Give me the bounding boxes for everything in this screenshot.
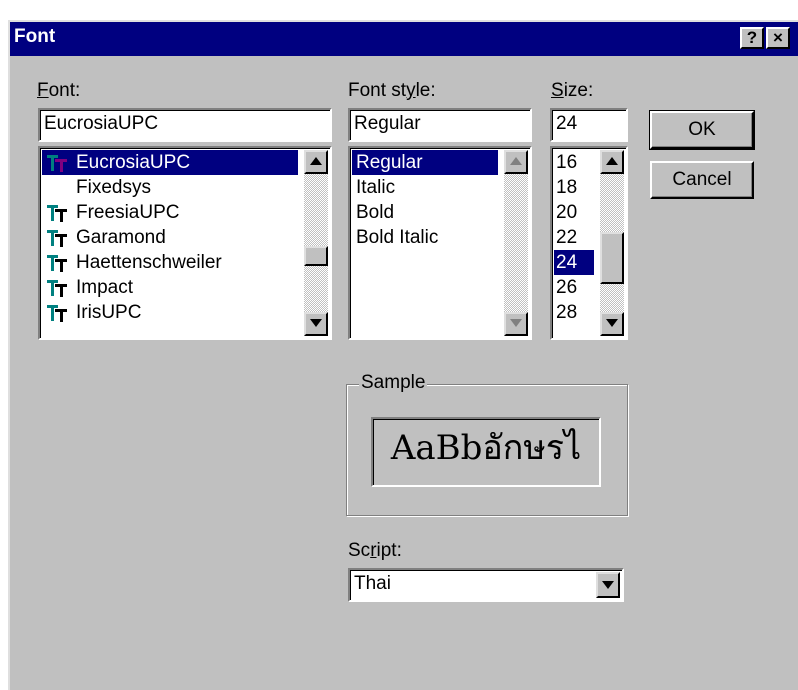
- list-item[interactable]: IrisUPC: [42, 300, 298, 325]
- size-list-scrollbar[interactable]: [600, 150, 624, 336]
- arrow-up-icon: [510, 157, 522, 165]
- truetype-icon: [47, 255, 67, 272]
- list-item[interactable]: Bold Italic: [352, 225, 498, 250]
- list-item[interactable]: Regular: [352, 150, 498, 175]
- size-label: Size:: [551, 80, 594, 101]
- list-item[interactable]: 16: [554, 150, 594, 175]
- sample-group: Sample AaBbอักษรไ: [346, 372, 628, 516]
- font-label: Font:: [37, 80, 81, 101]
- truetype-icon: [47, 230, 67, 247]
- list-item[interactable]: FreesiaUPC: [42, 200, 298, 225]
- list-item[interactable]: Bold: [352, 200, 498, 225]
- font-style-scrollbar[interactable]: [504, 150, 528, 336]
- arrow-up-icon: [310, 157, 322, 165]
- size-input[interactable]: 24: [550, 108, 628, 142]
- scroll-up-button[interactable]: [504, 150, 528, 174]
- font-dialog: Font ? × Font: EucrosiaUPC EucrosiaUPC F…: [8, 20, 798, 690]
- font-name-input[interactable]: EucrosiaUPC: [38, 108, 332, 142]
- font-style-label: Font style:: [348, 80, 436, 101]
- list-item[interactable]: Fixedsys: [42, 175, 298, 200]
- scroll-up-button[interactable]: [304, 150, 328, 174]
- font-list-scrollbar[interactable]: [304, 150, 328, 336]
- list-item[interactable]: 22: [554, 225, 594, 250]
- list-item[interactable]: Garamond: [42, 225, 298, 250]
- font-style-list[interactable]: Regular Italic Bold Bold Italic: [348, 146, 532, 340]
- chevron-down-icon: [602, 581, 614, 589]
- sample-preview: AaBbอักษรไ: [371, 417, 601, 487]
- scroll-up-button[interactable]: [600, 150, 624, 174]
- list-item[interactable]: Italic: [352, 175, 498, 200]
- window-title: Font: [14, 26, 56, 47]
- script-label: Script:: [348, 540, 402, 561]
- arrow-down-icon: [606, 319, 618, 327]
- ok-button[interactable]: OK: [649, 110, 755, 150]
- scroll-down-button[interactable]: [304, 312, 328, 336]
- list-item[interactable]: 20: [554, 200, 594, 225]
- script-select[interactable]: Thai: [348, 568, 624, 602]
- list-item[interactable]: 18: [554, 175, 594, 200]
- font-list[interactable]: EucrosiaUPC Fixedsys FreesiaUPC Garamond: [38, 146, 332, 340]
- scroll-down-button[interactable]: [504, 312, 528, 336]
- font-style-value: Regular: [354, 113, 421, 134]
- size-value: 24: [556, 113, 578, 134]
- size-list[interactable]: 16 18 20 22 24 26 28: [550, 146, 628, 340]
- arrow-down-icon: [510, 319, 522, 327]
- arrow-up-icon: [606, 157, 618, 165]
- title-bar[interactable]: Font ? ×: [10, 22, 798, 56]
- scroll-down-button[interactable]: [600, 312, 624, 336]
- list-item[interactable]: EucrosiaUPC: [42, 150, 298, 175]
- truetype-icon: [47, 305, 67, 322]
- scroll-thumb[interactable]: [304, 246, 328, 266]
- close-icon: ×: [773, 28, 783, 47]
- truetype-icon: [47, 155, 67, 172]
- arrow-down-icon: [310, 319, 322, 327]
- font-style-input[interactable]: Regular: [348, 108, 532, 142]
- truetype-icon: [47, 280, 67, 297]
- list-item[interactable]: 24: [554, 250, 594, 275]
- list-item[interactable]: 28: [554, 300, 594, 325]
- list-item[interactable]: Impact: [42, 275, 298, 300]
- list-item[interactable]: Haettenschweiler: [42, 250, 298, 275]
- help-button[interactable]: ?: [740, 27, 764, 49]
- truetype-icon: [47, 205, 67, 222]
- script-dropdown-button[interactable]: [596, 572, 620, 598]
- font-name-value: EucrosiaUPC: [44, 113, 159, 134]
- close-button[interactable]: ×: [766, 27, 790, 49]
- script-value: Thai: [354, 573, 391, 594]
- scroll-thumb[interactable]: [600, 232, 624, 284]
- sample-group-title: Sample: [359, 372, 428, 394]
- list-item[interactable]: 26: [554, 275, 594, 300]
- cancel-button[interactable]: Cancel: [650, 161, 754, 199]
